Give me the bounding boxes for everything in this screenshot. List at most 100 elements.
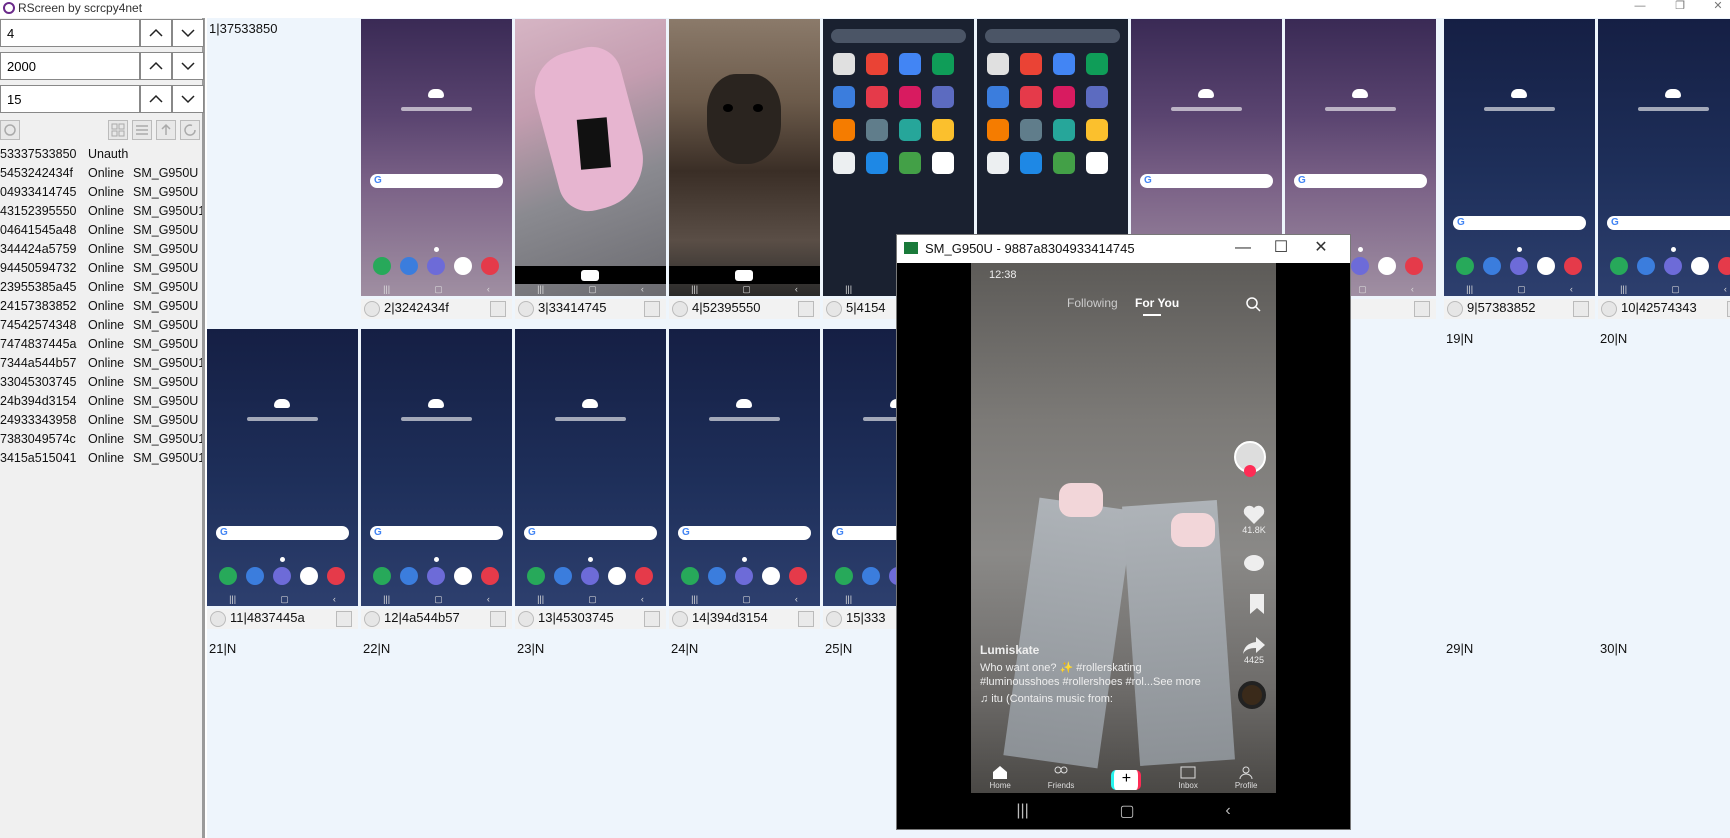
device-row[interactable]: 7474837445a Online SM_G950U [0,335,202,354]
device-row[interactable]: 04933414745 Online SM_G950U [0,183,202,202]
device-row[interactable]: 43152395550 Online SM_G950U1 [0,202,202,221]
count-input[interactable] [0,19,140,47]
video-caption-line2[interactable]: #luminousshoes #rollershoes #rol...See m… [980,676,1201,688]
bitrate-input[interactable] [0,52,140,80]
device-row[interactable]: 53337533850 Unauth [0,145,202,164]
nav-friends[interactable]: Friends [1048,765,1074,790]
close-icon[interactable]: ✕ [1708,0,1728,14]
music-label[interactable]: ♫ itu (Contains music from: [980,693,1113,705]
device-id: 7474837445a [0,337,77,351]
device-row[interactable]: 7383049574c Online SM_G950U1 [0,430,202,449]
device-screen[interactable]: |||▢‹ [669,329,820,606]
tab-following[interactable]: Following [1067,296,1118,310]
phone-screen[interactable]: 12:38 Following For You 41.8K 4425 Lumis… [971,263,1276,793]
device-screen[interactable]: |||▢‹ [207,329,358,606]
refresh-icon[interactable] [826,301,842,317]
decrease-button[interactable] [172,19,204,47]
sync-icon[interactable] [180,120,200,140]
recents-icon[interactable]: ||| [1016,802,1028,820]
music-disc-icon[interactable] [1238,681,1266,709]
status-time: 12:38 [989,269,1017,281]
fps-spinner[interactable] [0,84,205,114]
device-screen[interactable]: |||▢‹ [361,19,512,296]
device-row[interactable]: 5453242434f Online SM_G950U [0,164,202,183]
refresh-icon[interactable] [210,611,226,627]
back-icon[interactable]: ‹ [1225,802,1230,820]
device-list: 53337533850 Unauth 5453242434f Online SM_G95… [0,145,202,468]
expand-icon[interactable] [490,611,506,627]
device-screen[interactable]: |||▢‹ [361,329,512,606]
list-view-icon[interactable] [132,120,152,140]
bitrate-spinner[interactable] [0,51,205,81]
comment-button[interactable] [1242,553,1266,575]
device-row[interactable]: 23955385a45 Online SM_G950U [0,278,202,297]
device-screen[interactable]: |||▢‹ [1598,19,1730,296]
nav-create[interactable]: + [1111,770,1142,790]
chevron-up-icon [149,61,163,70]
close-icon[interactable]: ✕ [1303,237,1339,259]
expand-icon[interactable] [798,611,814,627]
device-row[interactable]: 24157383852 Online SM_G950U [0,297,202,316]
device-row[interactable]: 74542574348 Online SM_G950U [0,316,202,335]
mirror-window[interactable]: SM_G950U - 9887a8304933414745 — ☐ ✕ 12:3… [896,234,1351,830]
device-row[interactable]: 344424a5759 Online SM_G950U [0,240,202,259]
search-icon[interactable] [1245,296,1261,312]
device-row[interactable]: 24b394d3154 Online SM_G950U [0,392,202,411]
expand-icon[interactable] [644,301,660,317]
increase-button[interactable] [140,52,172,80]
count-spinner[interactable] [0,18,205,48]
video-username[interactable]: Lumiskate [980,643,1039,657]
expand-icon[interactable] [1573,301,1589,317]
refresh-icon[interactable] [0,120,20,140]
expand-icon[interactable] [336,611,352,627]
expand-icon[interactable] [644,611,660,627]
device-screen[interactable]: |||▢‹ [515,329,666,606]
refresh-icon[interactable] [826,611,842,627]
android-home-icon[interactable]: ▢ [1120,801,1135,821]
nav-profile[interactable]: Profile [1235,765,1258,790]
maximize-icon[interactable]: ☐ [1263,237,1299,259]
decrease-button[interactable] [172,85,204,113]
decrease-button[interactable] [172,52,204,80]
cell-label-bar: 2|3242434f [361,299,512,319]
refresh-icon[interactable] [518,611,534,627]
device-row[interactable]: 04641545a48 Online SM_G950U [0,221,202,240]
like-count: 41.8K [1242,525,1266,535]
increase-button[interactable] [140,19,172,47]
expand-icon[interactable] [490,301,506,317]
fps-input[interactable] [0,85,140,113]
refresh-icon[interactable] [364,301,380,317]
minimize-icon[interactable]: — [1630,0,1650,14]
device-row[interactable]: 94450594732 Online SM_G950U [0,259,202,278]
device-row[interactable]: 7344a544b57 Online SM_G950U1 [0,354,202,373]
share-button[interactable]: 4425 [1242,635,1266,665]
like-button[interactable]: 41.8K [1242,503,1266,535]
device-screen[interactable]: |||▢‹ [669,19,820,296]
increase-button[interactable] [140,85,172,113]
refresh-icon[interactable] [1601,301,1617,317]
refresh-icon[interactable] [1447,301,1463,317]
tiktok-nav: Home Friends + Inbox Profile [971,753,1276,793]
nav-home[interactable]: Home [989,765,1011,790]
bookmark-button[interactable] [1248,593,1266,615]
refresh-icon[interactable] [518,301,534,317]
avatar[interactable] [1234,441,1266,477]
device-screen[interactable]: |||▢‹ [1444,19,1595,296]
nav-inbox[interactable]: Inbox [1178,765,1198,790]
restore-icon[interactable]: ❐ [1670,0,1690,14]
refresh-icon[interactable] [672,301,688,317]
expand-icon[interactable] [798,301,814,317]
expand-icon[interactable] [1414,301,1430,317]
device-screen[interactable]: |||▢‹ [515,19,666,296]
device-row[interactable]: 3415a515041 Online SM_G950U1 [0,449,202,468]
upload-icon[interactable] [156,120,176,140]
cell-label-bar: 12|4a544b57 [361,609,512,629]
tab-for-you[interactable]: For You [1135,296,1179,310]
minimize-icon[interactable]: — [1225,237,1261,259]
device-row[interactable]: 33045303745 Online SM_G950U [0,373,202,392]
bookmark-icon [1250,594,1264,614]
device-row[interactable]: 24933343958 Online SM_G950U [0,411,202,430]
refresh-icon[interactable] [672,611,688,627]
grid-view-icon[interactable] [108,120,128,140]
refresh-icon[interactable] [364,611,380,627]
